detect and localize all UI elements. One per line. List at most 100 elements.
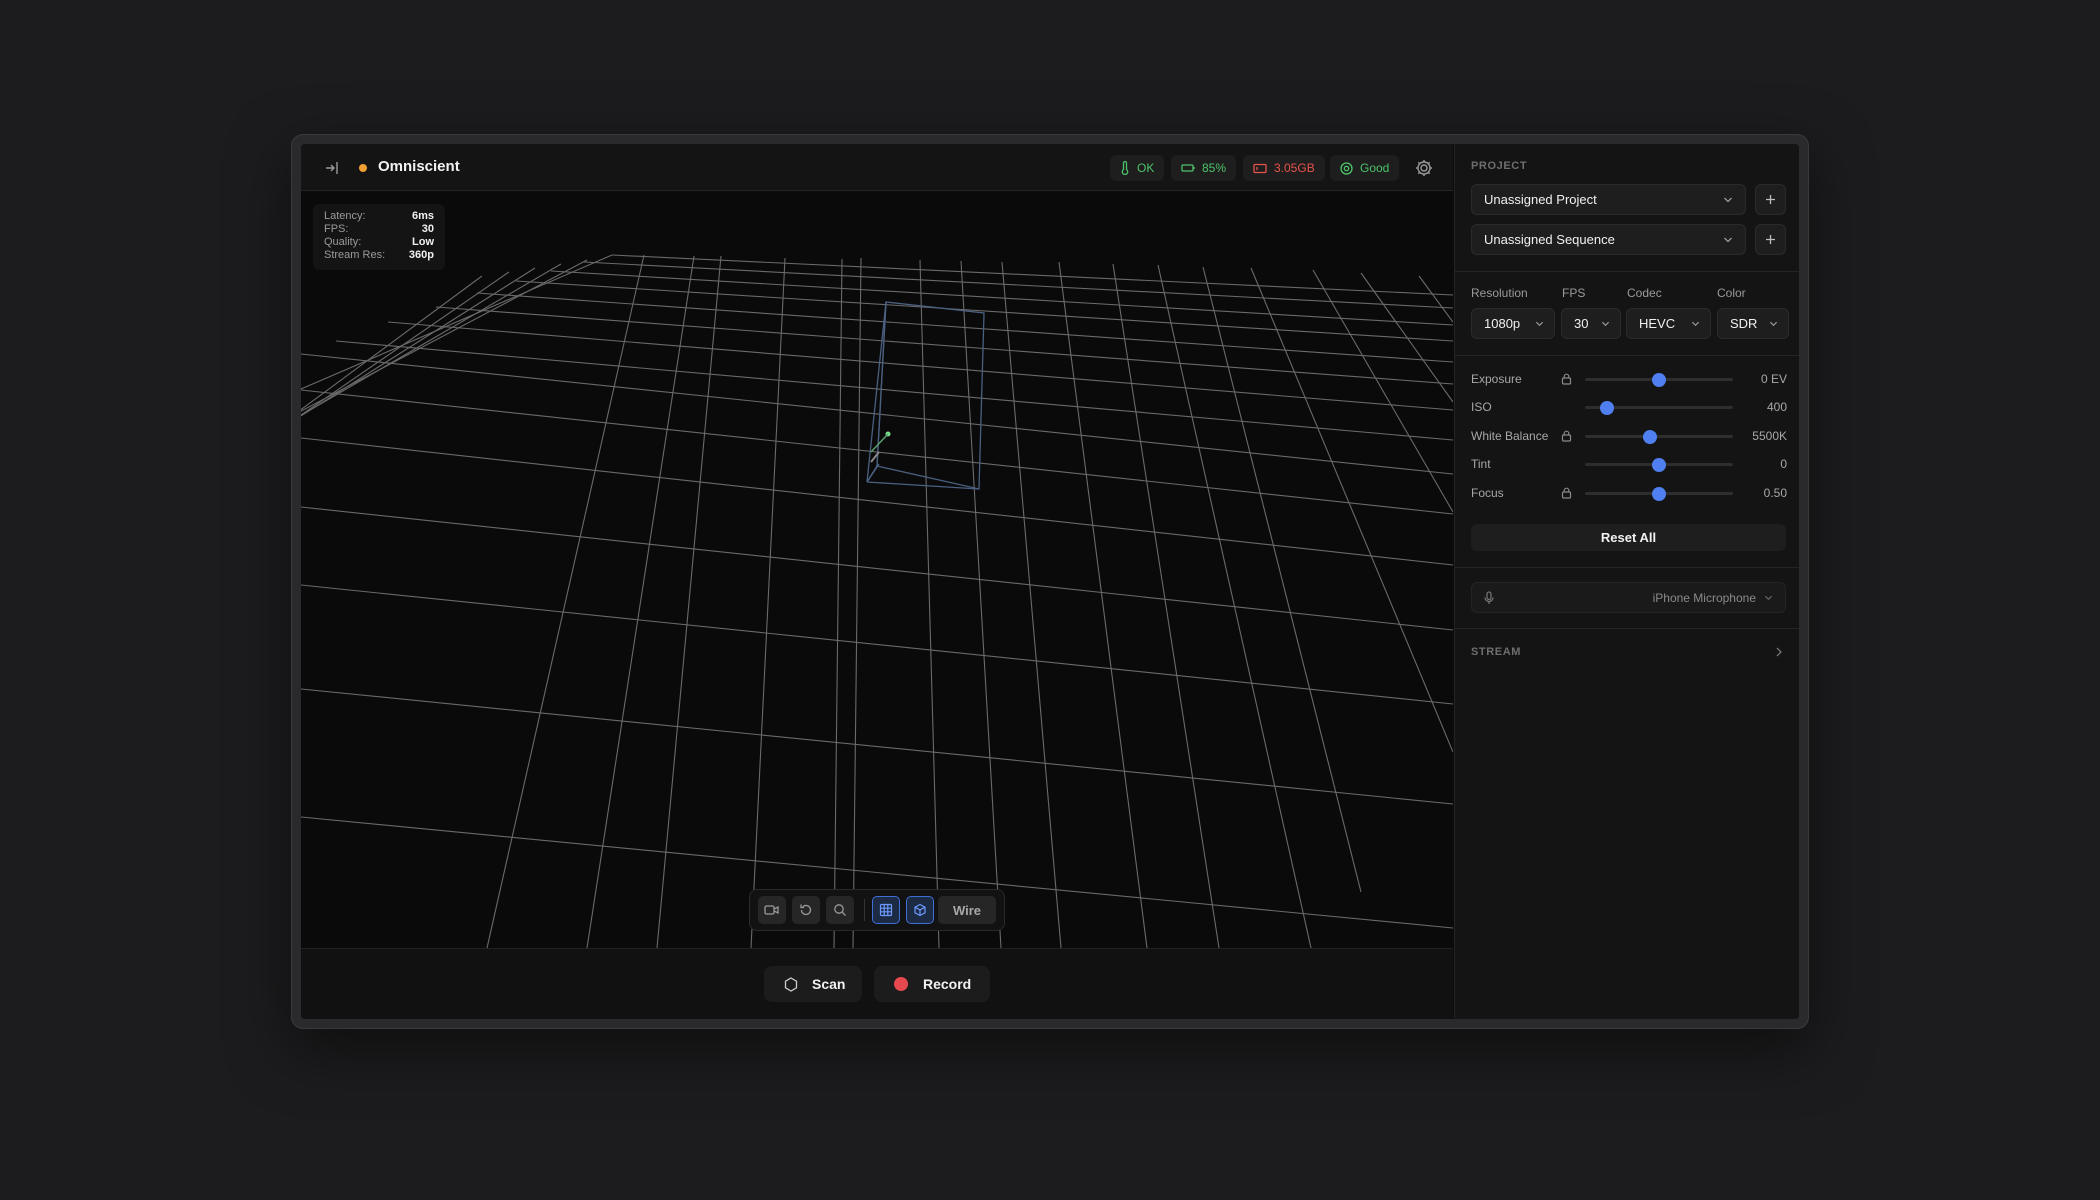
- lock-icon[interactable]: [1561, 372, 1572, 390]
- thermal-status-badge: OK: [1110, 155, 1165, 181]
- signal-icon: [1340, 161, 1353, 175]
- section-divider: [1455, 271, 1799, 272]
- chevron-right-icon: [1776, 647, 1782, 657]
- add-sequence-button[interactable]: [1755, 224, 1786, 255]
- reset-all-button[interactable]: Reset All: [1471, 524, 1786, 551]
- slider-label: White Balance: [1471, 429, 1549, 443]
- color-value: SDR: [1730, 316, 1758, 331]
- wire-mode-button[interactable]: Wire: [938, 896, 996, 924]
- microphone-select[interactable]: iPhone Microphone: [1471, 582, 1786, 613]
- slider-thumb[interactable]: [1652, 458, 1666, 472]
- capture-bar: Scan Record: [301, 948, 1453, 1019]
- section-divider: [1455, 628, 1799, 629]
- section-divider: [1455, 355, 1799, 356]
- slider-track[interactable]: [1585, 373, 1733, 387]
- signal-status-badge: Good: [1330, 155, 1400, 181]
- stream-section-toggle[interactable]: STREAM: [1471, 644, 1786, 660]
- exit-icon[interactable]: [321, 157, 343, 179]
- app-title: Omniscient: [378, 158, 460, 175]
- top-bar: Omniscient OK 85% 3.05GB Good: [301, 144, 1453, 191]
- latency-value: 6ms: [411, 210, 434, 222]
- slider-value: 400: [1766, 400, 1787, 414]
- slider-track[interactable]: [1585, 458, 1733, 472]
- signal-text: Good: [1360, 161, 1390, 175]
- slider-label: Tint: [1471, 457, 1491, 471]
- slider-row: Exposure 0 EV: [1471, 369, 1787, 389]
- toolbar-divider: [864, 899, 865, 921]
- section-divider: [1455, 567, 1799, 568]
- app-window: Omniscient OK 85% 3.05GB Good Latency: 6…: [291, 134, 1809, 1029]
- thermal-status-text: OK: [1137, 161, 1155, 175]
- slider-value: 0.50: [1763, 486, 1787, 500]
- battery-text: 85%: [1202, 161, 1227, 175]
- resolution-label: Resolution: [1471, 286, 1528, 300]
- lock-icon[interactable]: [1561, 429, 1572, 447]
- sequence-select[interactable]: Unassigned Sequence: [1471, 224, 1746, 255]
- add-project-button[interactable]: [1755, 184, 1786, 215]
- chevron-down-icon: [1764, 595, 1773, 600]
- battery-icon: [1181, 164, 1195, 172]
- viewport-toolbar: Wire: [749, 889, 1005, 931]
- thermometer-icon: [1121, 161, 1129, 175]
- chevron-down-icon: [1724, 197, 1732, 202]
- slider-thumb[interactable]: [1600, 401, 1615, 415]
- sequence-select-value: Unassigned Sequence: [1484, 232, 1615, 247]
- fps-select[interactable]: 30: [1561, 308, 1621, 339]
- lock-icon[interactable]: [1561, 486, 1572, 504]
- resolution-value: 1080p: [1484, 316, 1521, 331]
- rotate-icon: [800, 904, 812, 916]
- cube-icon: [914, 903, 926, 917]
- scan-button[interactable]: Scan: [764, 966, 862, 1002]
- zoom-button[interactable]: [826, 896, 854, 924]
- slider-row: White Balance 5500K: [1471, 426, 1787, 446]
- search-icon: [834, 904, 846, 916]
- slider-label: Focus: [1471, 486, 1504, 500]
- video-camera-icon: [764, 905, 779, 915]
- slider-thumb[interactable]: [1643, 430, 1658, 444]
- slider-row: Tint 0: [1471, 454, 1787, 474]
- stream-heading: STREAM: [1471, 646, 1522, 658]
- quality-label: Quality:: [324, 236, 362, 248]
- codec-select[interactable]: HEVC: [1626, 308, 1711, 339]
- 3d-viewport[interactable]: Latency: 6ms FPS: 30 Quality: Low Stream Re…: [301, 192, 1453, 948]
- microphone-value: iPhone Microphone: [1652, 590, 1756, 605]
- chevron-down-icon: [1724, 237, 1732, 242]
- grid-toggle-button[interactable]: [872, 896, 900, 924]
- record-dot-icon: [894, 977, 908, 991]
- slider-label: ISO: [1471, 400, 1492, 414]
- slider-thumb[interactable]: [1652, 487, 1666, 501]
- slider-track[interactable]: [1585, 401, 1733, 415]
- resolution-select[interactable]: 1080p: [1471, 308, 1555, 339]
- storage-text: 3.05GB: [1274, 161, 1315, 175]
- battery-status-badge: 85%: [1171, 155, 1237, 181]
- microphone-icon: [1484, 590, 1494, 604]
- project-select[interactable]: Unassigned Project: [1471, 184, 1746, 215]
- record-button[interactable]: Record: [874, 966, 990, 1002]
- camera-view-button[interactable]: [758, 896, 786, 924]
- fps-label: FPS:: [324, 223, 349, 235]
- bounding-box-toggle-button[interactable]: [906, 896, 934, 924]
- gear-icon[interactable]: [1413, 157, 1435, 179]
- chevron-down-icon: [1535, 321, 1544, 326]
- grid-icon: [879, 903, 893, 917]
- slider-row: ISO 400: [1471, 397, 1787, 417]
- slider-track[interactable]: [1585, 430, 1733, 444]
- slider-value: 0 EV: [1760, 372, 1787, 386]
- connection-status-dot: [359, 164, 367, 172]
- project-heading: PROJECT: [1471, 160, 1528, 172]
- chevron-down-icon: [1691, 321, 1700, 326]
- color-label: Color: [1717, 286, 1746, 300]
- stream-res-value: 360p: [408, 249, 434, 261]
- color-select[interactable]: SDR: [1717, 308, 1789, 339]
- floor-grid: [301, 254, 1453, 948]
- stream-stats-panel: Latency: 6ms FPS: 30 Quality: Low Stream Re…: [313, 204, 445, 270]
- settings-sidebar: PROJECT Unassigned Project Unassigned Se…: [1454, 144, 1799, 1019]
- slider-row: Focus 0.50: [1471, 483, 1787, 503]
- slider-thumb[interactable]: [1652, 373, 1666, 387]
- plus-icon: [1766, 235, 1775, 244]
- stream-res-label: Stream Res:: [324, 249, 386, 261]
- storage-icon: [1253, 163, 1267, 173]
- reset-view-button[interactable]: [792, 896, 820, 924]
- latency-label: Latency:: [324, 210, 366, 222]
- slider-track[interactable]: [1585, 487, 1733, 501]
